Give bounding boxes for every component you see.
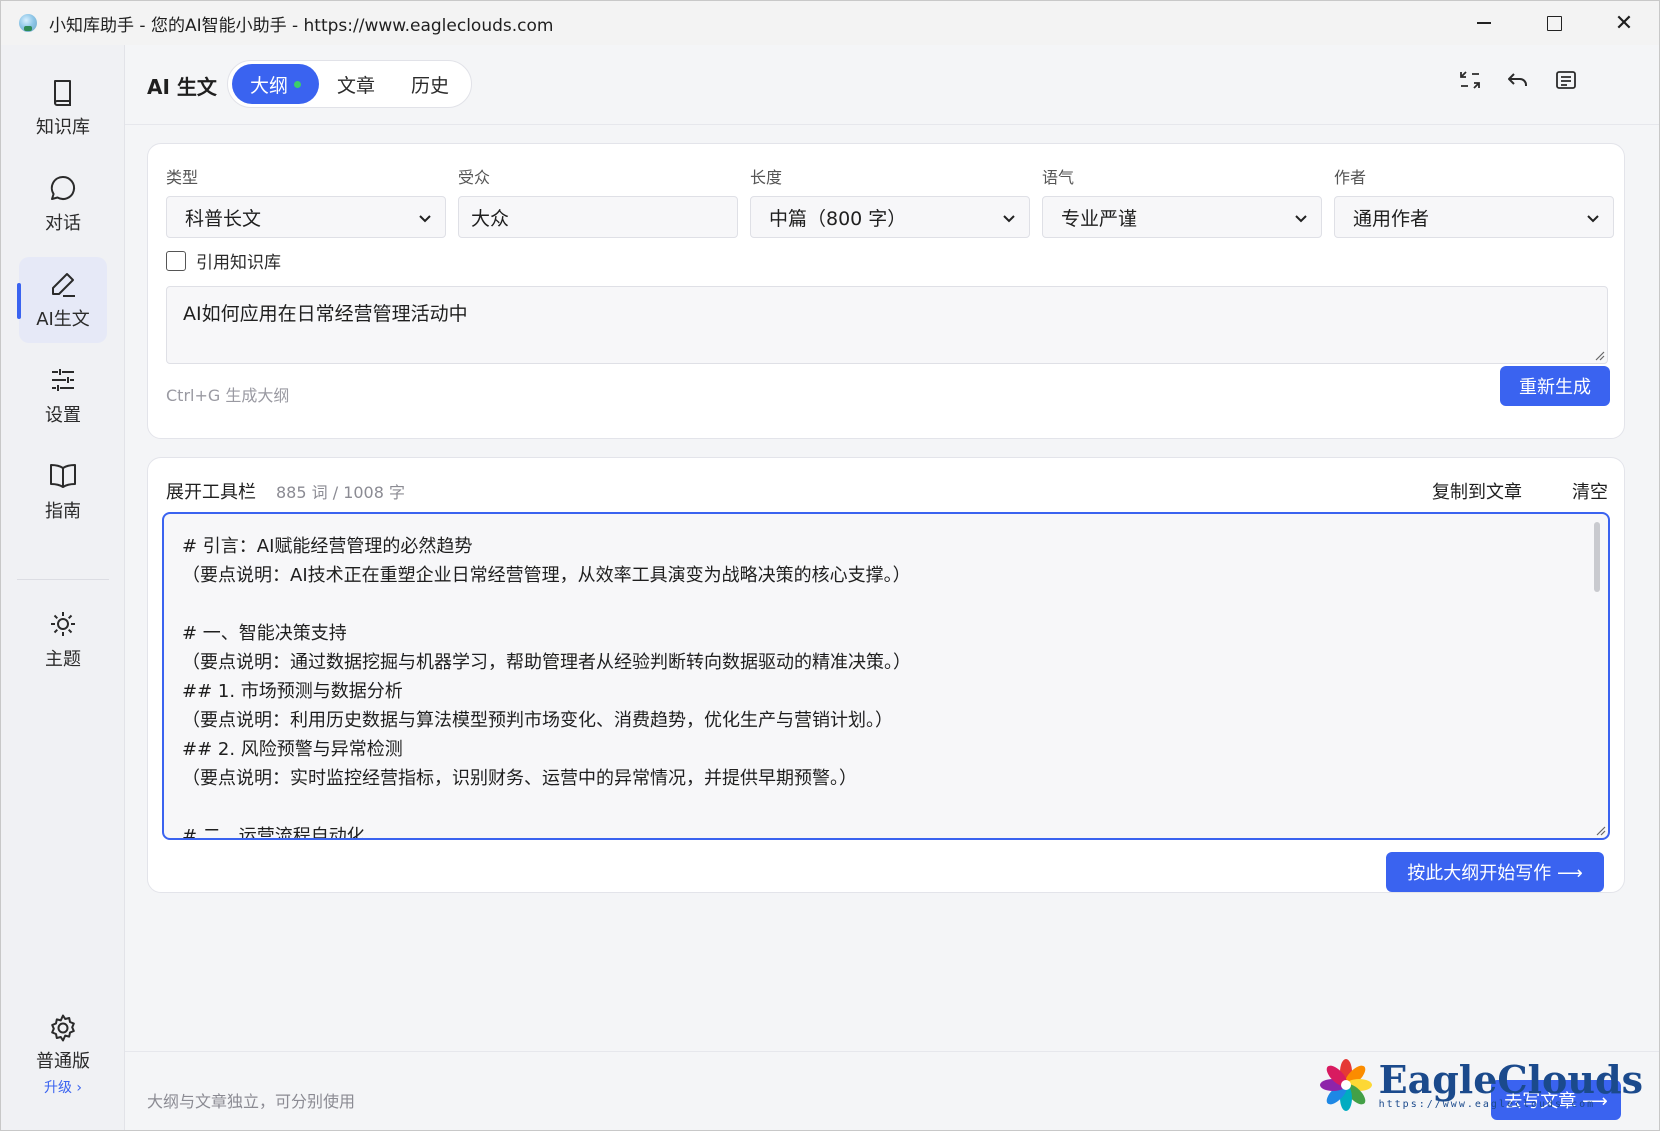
plan-label: 普通版: [36, 1051, 90, 1072]
type-value: 科普长文: [185, 207, 262, 230]
undo-icon[interactable]: [1505, 67, 1531, 93]
length-value: 中篇（800 字）: [769, 207, 907, 230]
author-label: 作者: [1334, 168, 1367, 187]
app-window: 小知库助手 - 您的AI智能小助手 - https://www.eagleclo…: [0, 0, 1660, 1131]
open-book-icon: [48, 461, 78, 491]
audience-label: 受众: [458, 168, 491, 187]
plan-section: 普通版 升级 ›: [19, 1013, 107, 1097]
audience-input[interactable]: 大众: [458, 196, 738, 238]
tab-outline[interactable]: 大纲: [232, 64, 320, 104]
status-dot: [294, 80, 302, 88]
scrollbar[interactable]: [1594, 522, 1600, 592]
tab-label: 文章: [337, 74, 376, 97]
author-value: 通用作者: [1353, 207, 1430, 230]
resize-grip-icon[interactable]: [1594, 824, 1606, 836]
book-icon: [48, 77, 78, 107]
sun-icon: [48, 609, 78, 639]
sidebar-item-label: 主题: [45, 649, 81, 670]
type-label: 类型: [166, 168, 199, 187]
minimize-button[interactable]: [1449, 1, 1519, 45]
tone-value: 专业严谨: [1061, 207, 1138, 230]
sidebar-item-chat[interactable]: 对话: [19, 161, 107, 247]
tab-label: 历史: [411, 74, 450, 97]
tone-label: 语气: [1042, 168, 1075, 187]
main-area: AI 生文 大纲 文章 历史 类型 科普长文 受众 大众 长度 中篇（800 字…: [125, 45, 1659, 1130]
toolbar-icons: [1457, 67, 1579, 93]
outline-text: # 引言：AI赋能经营管理的必然趋势 （要点说明：AI技术正在重塑企业日常经营管…: [182, 536, 911, 840]
top-bar: AI 生文 大纲 文章 历史: [125, 45, 1659, 125]
chevron-down-icon: [1293, 209, 1309, 231]
author-field: 作者 通用作者: [1334, 164, 1614, 238]
tone-field: 语气 专业严谨: [1042, 164, 1322, 238]
collapse-icon[interactable]: [1457, 67, 1483, 93]
chat-bubble-icon: [48, 173, 78, 203]
title-bar: 小知库助手 - 您的AI智能小助手 - https://www.eagleclo…: [1, 1, 1659, 45]
app-logo-icon: [19, 14, 37, 32]
upgrade-link[interactable]: 升级 ›: [19, 1077, 107, 1097]
expand-toolbar-toggle[interactable]: 展开工具栏: [166, 478, 256, 504]
type-select[interactable]: 科普长文: [166, 196, 446, 238]
outline-textarea[interactable]: # 引言：AI赋能经营管理的必然趋势 （要点说明：AI技术正在重塑企业日常经营管…: [162, 512, 1610, 840]
clear-button[interactable]: 清空: [1572, 478, 1608, 504]
length-select[interactable]: 中篇（800 字）: [750, 196, 1030, 238]
sidebar-item-label: 知识库: [36, 117, 90, 138]
word-count: 885 词 / 1008 字: [276, 483, 405, 502]
active-indicator: [17, 283, 21, 319]
regenerate-button[interactable]: 重新生成: [1500, 366, 1610, 406]
sidebar-item-ai-writing[interactable]: AI生文: [17, 257, 107, 343]
sidebar: 知识库 对话 AI生文 设置 指南 主题 普通版 升级 ›: [1, 45, 125, 1130]
sidebar-item-theme[interactable]: 主题: [19, 597, 107, 683]
window-controls: ✕: [1449, 1, 1659, 45]
type-field: 类型 科普长文: [166, 164, 446, 238]
sidebar-item-label: 对话: [45, 213, 81, 234]
resize-grip-icon[interactable]: [1593, 349, 1605, 361]
use-knowledge-base-checkbox[interactable]: 引用知识库: [166, 248, 281, 273]
author-select[interactable]: 通用作者: [1334, 196, 1614, 238]
start-writing-button[interactable]: 按此大纲开始写作 ⟶: [1386, 852, 1604, 892]
length-field: 长度 中篇（800 字）: [750, 164, 1030, 238]
bottom-bar: 大纲与文章独立，可分别使用 去写文章 ⟶: [125, 1051, 1659, 1130]
pen-icon: [48, 269, 78, 299]
sidebar-item-label: 设置: [45, 405, 81, 426]
sidebar-item-label: AI生文: [36, 309, 90, 330]
outline-editor-card: 展开工具栏 885 词 / 1008 字 复制到文章 清空 # 引言：AI赋能经…: [147, 457, 1625, 893]
chevron-down-icon: [1585, 209, 1601, 231]
footer-note: 大纲与文章独立，可分别使用: [147, 1092, 356, 1111]
go-to-article-button[interactable]: 去写文章 ⟶: [1491, 1080, 1621, 1120]
sidebar-item-guide[interactable]: 指南: [19, 449, 107, 535]
topic-text: AI如何应用在日常经营管理活动中: [183, 303, 468, 325]
checkbox-label: 引用知识库: [196, 253, 281, 273]
close-window-button[interactable]: ✕: [1589, 1, 1659, 45]
tab-article[interactable]: 文章: [319, 64, 393, 104]
copy-to-article-button[interactable]: 复制到文章: [1432, 478, 1522, 504]
page-title: AI 生文: [147, 75, 217, 99]
maximize-button[interactable]: [1519, 1, 1589, 45]
topic-textarea[interactable]: AI如何应用在日常经营管理活动中: [166, 286, 1608, 364]
chevron-down-icon: [417, 209, 433, 231]
checkbox[interactable]: [166, 250, 186, 271]
chevron-down-icon: [1001, 209, 1017, 231]
sidebar-divider: [17, 579, 109, 580]
length-label: 长度: [750, 168, 783, 187]
audience-field: 受众 大众: [458, 164, 738, 238]
outline-settings-card: 类型 科普长文 受众 大众 长度 中篇（800 字） 语气 专业严谨 作者 通用…: [147, 143, 1625, 439]
sidebar-item-settings[interactable]: 设置: [19, 353, 107, 439]
sidebar-item-knowledge-base[interactable]: 知识库: [19, 65, 107, 151]
sliders-icon: [48, 365, 78, 395]
gear-icon[interactable]: [19, 1013, 107, 1043]
notes-icon[interactable]: [1553, 67, 1579, 93]
tab-label: 大纲: [250, 74, 289, 97]
window-title: 小知库助手 - 您的AI智能小助手 - https://www.eagleclo…: [49, 15, 554, 36]
shortcut-hint: Ctrl+G 生成大纲: [166, 386, 290, 405]
tab-history[interactable]: 历史: [393, 64, 467, 104]
mode-tabs: 大纲 文章 历史: [227, 60, 473, 108]
sidebar-item-label: 指南: [45, 501, 81, 522]
tone-select[interactable]: 专业严谨: [1042, 196, 1322, 238]
